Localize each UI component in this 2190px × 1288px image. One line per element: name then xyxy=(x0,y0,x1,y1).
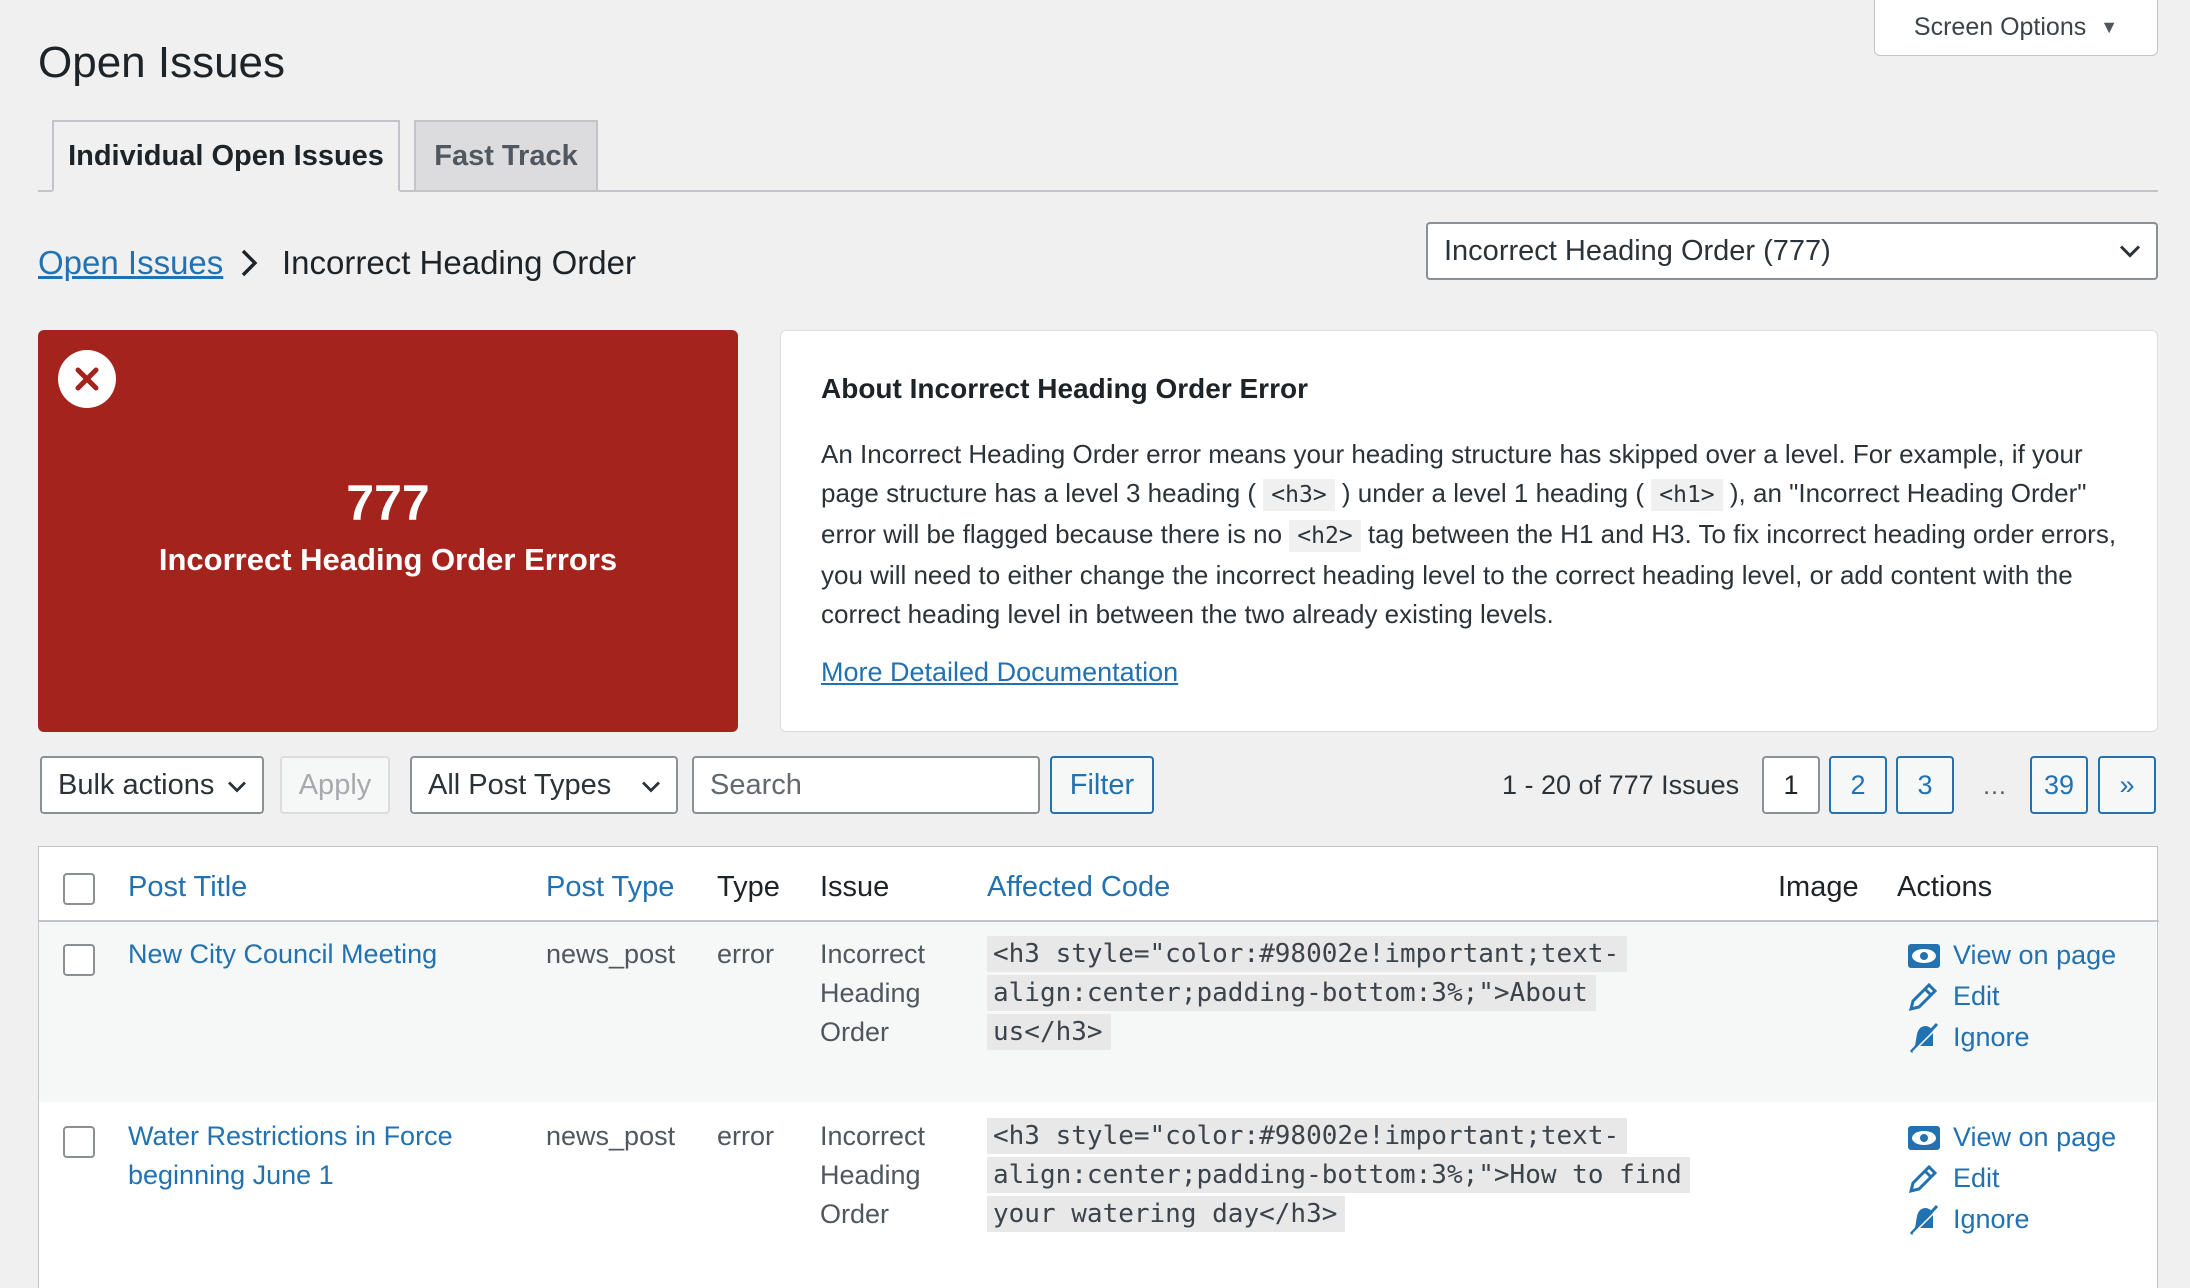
row-checkbox[interactable] xyxy=(63,944,95,976)
tab-individual-open-issues[interactable]: Individual Open Issues xyxy=(52,120,400,192)
ignore-link[interactable]: Ignore xyxy=(1907,1017,2116,1058)
edit-link[interactable]: Edit xyxy=(1907,976,2116,1017)
post-title-link[interactable]: Water Restrictions in Force beginning Ju… xyxy=(128,1117,488,1195)
error-count-label: Incorrect Heading Order Errors xyxy=(158,542,618,577)
code-h3: <h3> xyxy=(1263,479,1335,511)
pagination-page-last[interactable]: 39 xyxy=(2030,756,2088,814)
column-post-type[interactable]: Post Type xyxy=(546,871,674,904)
chevron-down-icon xyxy=(640,769,662,802)
code-h1: <h1> xyxy=(1651,479,1723,511)
issue-type-select-value: Incorrect Heading Order (777) xyxy=(1444,234,1831,267)
eye-icon xyxy=(1908,1125,1940,1150)
screen-options-button[interactable]: Screen Options ▼ xyxy=(1874,0,2158,56)
pagination-next[interactable]: » xyxy=(2098,756,2156,814)
post-types-select[interactable]: All Post Types xyxy=(410,756,678,814)
table-row: Water Restrictions in Force beginning Ju… xyxy=(39,1102,2156,1288)
chevron-right-icon xyxy=(238,246,262,280)
select-all-checkbox[interactable] xyxy=(63,873,95,905)
search-input[interactable]: Search xyxy=(692,756,1040,814)
filter-button[interactable]: Filter xyxy=(1050,756,1154,814)
pencil-icon xyxy=(1908,1164,1938,1193)
screen-options-label: Screen Options xyxy=(1913,13,2087,41)
chevron-down-icon xyxy=(2118,235,2142,268)
issues-table: Post Title Post Type Type Issue Affected… xyxy=(38,846,2159,1288)
row-actions: View on page Edit Ignore xyxy=(1907,1117,2116,1240)
column-image: Image xyxy=(1778,871,1859,903)
issue-type-select[interactable]: Incorrect Heading Order (777) xyxy=(1426,222,2158,280)
column-type: Type xyxy=(717,871,780,903)
pagination-page-3[interactable]: 3 xyxy=(1896,756,1954,814)
bulk-actions-select[interactable]: Bulk actions xyxy=(40,756,264,814)
breadcrumb-open-issues-link[interactable]: Open Issues xyxy=(38,244,223,282)
tab-fast-track[interactable]: Fast Track xyxy=(414,120,598,192)
view-on-page-link[interactable]: View on page xyxy=(1907,935,2116,976)
pagination-page-1[interactable]: 1 xyxy=(1762,756,1820,814)
column-actions: Actions xyxy=(1897,871,1993,903)
pencil-icon xyxy=(1908,982,1938,1011)
edit-link[interactable]: Edit xyxy=(1907,1158,2116,1199)
affected-code: <h3 style="color:#98002e!important;text-… xyxy=(987,1117,1707,1234)
about-error-card: About Incorrect Heading Order Error An I… xyxy=(780,330,2158,732)
column-post-title[interactable]: Post Title xyxy=(128,871,247,904)
pagination-ellipsis: … xyxy=(1982,772,2007,800)
pagination-page-2[interactable]: 2 xyxy=(1829,756,1887,814)
about-description: An Incorrect Heading Order error means y… xyxy=(821,439,2117,629)
bell-slash-icon xyxy=(1909,1204,1940,1235)
chevron-down-icon xyxy=(226,769,248,802)
apply-button[interactable]: Apply xyxy=(280,756,390,814)
issue-name: Incorrect Heading Order xyxy=(820,1121,926,1229)
post-title-link[interactable]: New City Council Meeting xyxy=(128,935,528,974)
error-count: 777 xyxy=(346,475,430,531)
bell-slash-icon xyxy=(1909,1022,1940,1053)
page-title: Open Issues xyxy=(38,38,286,87)
post-type: news_post xyxy=(546,939,676,969)
column-issue: Issue xyxy=(820,871,890,903)
issue-type: error xyxy=(717,1121,775,1151)
view-on-page-link[interactable]: View on page xyxy=(1907,1117,2116,1158)
triangle-down-icon: ▼ xyxy=(2100,17,2119,37)
issue-type: error xyxy=(717,939,775,969)
documentation-link[interactable]: More Detailed Documentation xyxy=(821,657,1178,688)
row-checkbox[interactable] xyxy=(63,1126,95,1158)
issue-name: Incorrect Heading Order xyxy=(820,939,926,1047)
pagination-range: 1 - 20 of 777 Issues xyxy=(1502,770,1740,800)
eye-icon xyxy=(1908,943,1940,968)
post-type: news_post xyxy=(546,1121,676,1151)
row-actions: View on page Edit Ignore xyxy=(1907,935,2116,1058)
ignore-link[interactable]: Ignore xyxy=(1907,1199,2116,1240)
column-affected-code[interactable]: Affected Code xyxy=(987,871,1170,904)
about-title: About Incorrect Heading Order Error xyxy=(821,373,1308,404)
close-circle-icon xyxy=(58,350,116,408)
affected-code: <h3 style="color:#98002e!important;text-… xyxy=(987,935,1707,1052)
breadcrumb-current: Incorrect Heading Order xyxy=(282,244,636,281)
code-h2: <h2> xyxy=(1289,520,1361,552)
error-summary-card: 777 Incorrect Heading Order Errors xyxy=(38,330,738,732)
table-row: New City Council Meeting news_post error… xyxy=(39,922,2156,1102)
